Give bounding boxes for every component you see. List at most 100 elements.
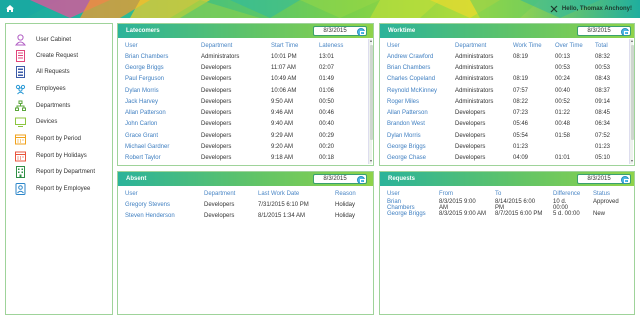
column-header[interactable]: Difference [553, 188, 593, 199]
table-row[interactable]: Steven Henderson Developers 8/1/2015 1:34 … [125, 210, 367, 221]
column-header[interactable]: User [125, 40, 201, 51]
user-link[interactable]: Michael Gardner [125, 141, 201, 152]
scroll-up-arrow-icon[interactable]: ▲ [369, 39, 373, 44]
date-picker[interactable]: 8/3/2015 [313, 26, 367, 36]
table-row[interactable]: Reynold McKinney Administrators 07:57 00:40… [387, 85, 625, 96]
calendar-icon[interactable] [357, 27, 365, 36]
table-row[interactable]: George Briggs 8/3/2015 9:00 AM 8/7/2015 6:… [387, 211, 629, 222]
table-row[interactable]: Dylan Morris Developers 05:54 01:58 07:52 [387, 130, 625, 141]
table-row[interactable]: Grace Grant Developers 9:29 AM 00:29 [125, 130, 367, 141]
scrollbar[interactable]: ▲ ▼ [629, 39, 634, 164]
user-link[interactable]: Paul Ferguson [125, 74, 201, 85]
scroll-up-arrow-icon[interactable]: ▲ [630, 39, 634, 44]
table-row[interactable]: Robert Taylor Developers 9:18 AM 00:18 [125, 153, 367, 164]
column-header[interactable]: Last Work Date [258, 188, 335, 199]
user-link[interactable]: George Briggs [125, 62, 201, 73]
column-header[interactable]: Total [595, 40, 625, 51]
sidebar-item-all-requests[interactable]: All Requests [6, 64, 112, 80]
date-picker[interactable]: 8/3/2015 [577, 174, 631, 184]
user-link[interactable]: Brian Chambers [125, 51, 201, 62]
sidebar-item-devices[interactable]: Devices [6, 114, 112, 130]
user-link[interactable]: Roger Miles [387, 96, 455, 107]
tools-icon[interactable] [550, 5, 558, 13]
panel-title: Requests [388, 176, 416, 182]
sidebar-item-report-by-department[interactable]: Report by Department [6, 164, 112, 180]
sidebar-item-employees[interactable]: Employees [6, 81, 112, 97]
user-link[interactable]: Robert Taylor [125, 153, 201, 164]
table-cell [555, 141, 595, 152]
column-header[interactable]: Department [455, 40, 513, 51]
user-link[interactable]: Allan Patterson [387, 107, 455, 118]
column-header[interactable]: Department [201, 40, 271, 51]
table-row[interactable]: George Chase Developers 04:09 01:01 05:10 [387, 153, 625, 164]
user-link[interactable]: Steven Henderson [125, 210, 204, 221]
column-header[interactable]: Start Time [271, 40, 319, 51]
user-link[interactable]: Jack Harvey [125, 96, 201, 107]
table-row[interactable]: Charles Copeland Administrators 08:19 00:24… [387, 74, 625, 85]
column-header[interactable]: User [125, 188, 204, 199]
column-header[interactable]: Department [204, 188, 258, 199]
column-header[interactable]: Lateness [319, 40, 367, 51]
user-link[interactable]: Dylan Morris [387, 130, 455, 141]
user-link[interactable]: Grace Grant [125, 130, 201, 141]
user-link[interactable]: Allan Patterson [125, 107, 201, 118]
user-link[interactable]: Charles Copeland [387, 74, 455, 85]
table-row[interactable]: Allan Patterson Developers 07:23 01:22 08:45 [387, 107, 625, 118]
table-row[interactable]: Roger Miles Administrators 08:22 00:52 09:14 [387, 96, 625, 107]
table-row[interactable]: Brian Chambers 8/3/2015 9:00 AM 8/14/2015 6:… [387, 199, 629, 211]
scrollbar[interactable]: ▲ ▼ [368, 39, 373, 164]
table-row[interactable]: George Briggs Developers 01:23 01:23 [387, 141, 625, 152]
table-row[interactable]: Brian Chambers Administrators 10:01 PM 13:0… [125, 51, 367, 62]
table-row[interactable]: Dylan Morris Developers 10:06 AM 01:06 [125, 85, 367, 96]
sidebar-item-report-by-holidays[interactable]: Report by Holidays [6, 148, 112, 164]
user-link[interactable]: George Briggs [387, 211, 439, 222]
top-header-bar: Hello, Thomax Anchony! [0, 0, 640, 18]
column-header[interactable]: User [387, 188, 439, 199]
user-link[interactable]: George Briggs [387, 141, 455, 152]
user-link[interactable]: Brian Chambers [387, 199, 439, 211]
table-row[interactable]: Brandon West Developers 05:46 00:48 06:34 [387, 119, 625, 130]
column-header[interactable]: To [495, 188, 553, 199]
home-button[interactable] [3, 2, 16, 14]
table-row[interactable]: Allan Patterson Developers 9:46 AM 00:46 [125, 107, 367, 118]
table-row[interactable]: Gregory Stevens Developers 7/31/2015 6:10 … [125, 199, 367, 210]
table-row[interactable]: Michael Gardner Developers 9:20 AM 00:20 [125, 141, 367, 152]
table-row[interactable]: George Briggs Developers 11:07 AM 02:07 [125, 62, 367, 73]
date-picker[interactable]: 8/3/2015 [577, 26, 631, 36]
column-header[interactable]: From [439, 188, 495, 199]
column-header[interactable]: Reason [335, 188, 367, 199]
user-link[interactable]: George Chase [387, 153, 455, 164]
calendar-icon[interactable] [357, 175, 365, 184]
table-row[interactable]: Jack Harvey Developers 9:50 AM 00:50 [125, 96, 367, 107]
user-link[interactable]: Gregory Stevens [125, 199, 204, 210]
user-link[interactable]: Brian Chambers [387, 62, 455, 73]
column-header[interactable]: Work Time [513, 40, 555, 51]
sidebar-item-user-cabinet[interactable]: User Cabinet [6, 32, 112, 48]
id-badge-icon [15, 183, 26, 195]
date-picker[interactable]: 8/3/2015 [313, 174, 367, 184]
scroll-down-arrow-icon[interactable]: ▼ [369, 159, 373, 164]
calendar-icon[interactable] [621, 27, 629, 36]
user-link[interactable]: Dylan Morris [125, 85, 201, 96]
scroll-down-arrow-icon[interactable]: ▼ [630, 159, 634, 164]
sidebar-item-create-request[interactable]: Create Request [6, 48, 112, 64]
table-row[interactable]: Brian Chambers Administrators 00:53 00:53 [387, 62, 625, 73]
scroll-thumb[interactable] [630, 45, 634, 140]
cell-line: 8/3/2015 9:00 AM [439, 211, 487, 217]
calendar-icon[interactable] [621, 175, 629, 184]
user-link[interactable]: Andrew Crawford [387, 51, 455, 62]
sidebar-item-report-by-employee[interactable]: Report by Employee [6, 181, 112, 197]
user-link[interactable]: Brandon West [387, 119, 455, 130]
sidebar-item-departments[interactable]: Departments [6, 98, 112, 114]
column-header[interactable]: User [387, 40, 455, 51]
scroll-thumb[interactable] [369, 45, 373, 140]
user-greeting[interactable]: Hello, Thomax Anchony! [562, 6, 632, 12]
sidebar-item-report-by-period[interactable]: Report by Period [6, 131, 112, 147]
column-header[interactable]: Over Time [555, 40, 595, 51]
table-row[interactable]: John Carlon Developers 9:40 AM 00:40 [125, 119, 367, 130]
table-row[interactable]: Andrew Crawford Administrators 08:19 00:13 0… [387, 51, 625, 62]
user-link[interactable]: Reynold McKinney [387, 85, 455, 96]
column-header[interactable]: Status [593, 188, 629, 199]
table-row[interactable]: Paul Ferguson Developers 10:49 AM 01:49 [125, 74, 367, 85]
user-link[interactable]: John Carlon [125, 119, 201, 130]
